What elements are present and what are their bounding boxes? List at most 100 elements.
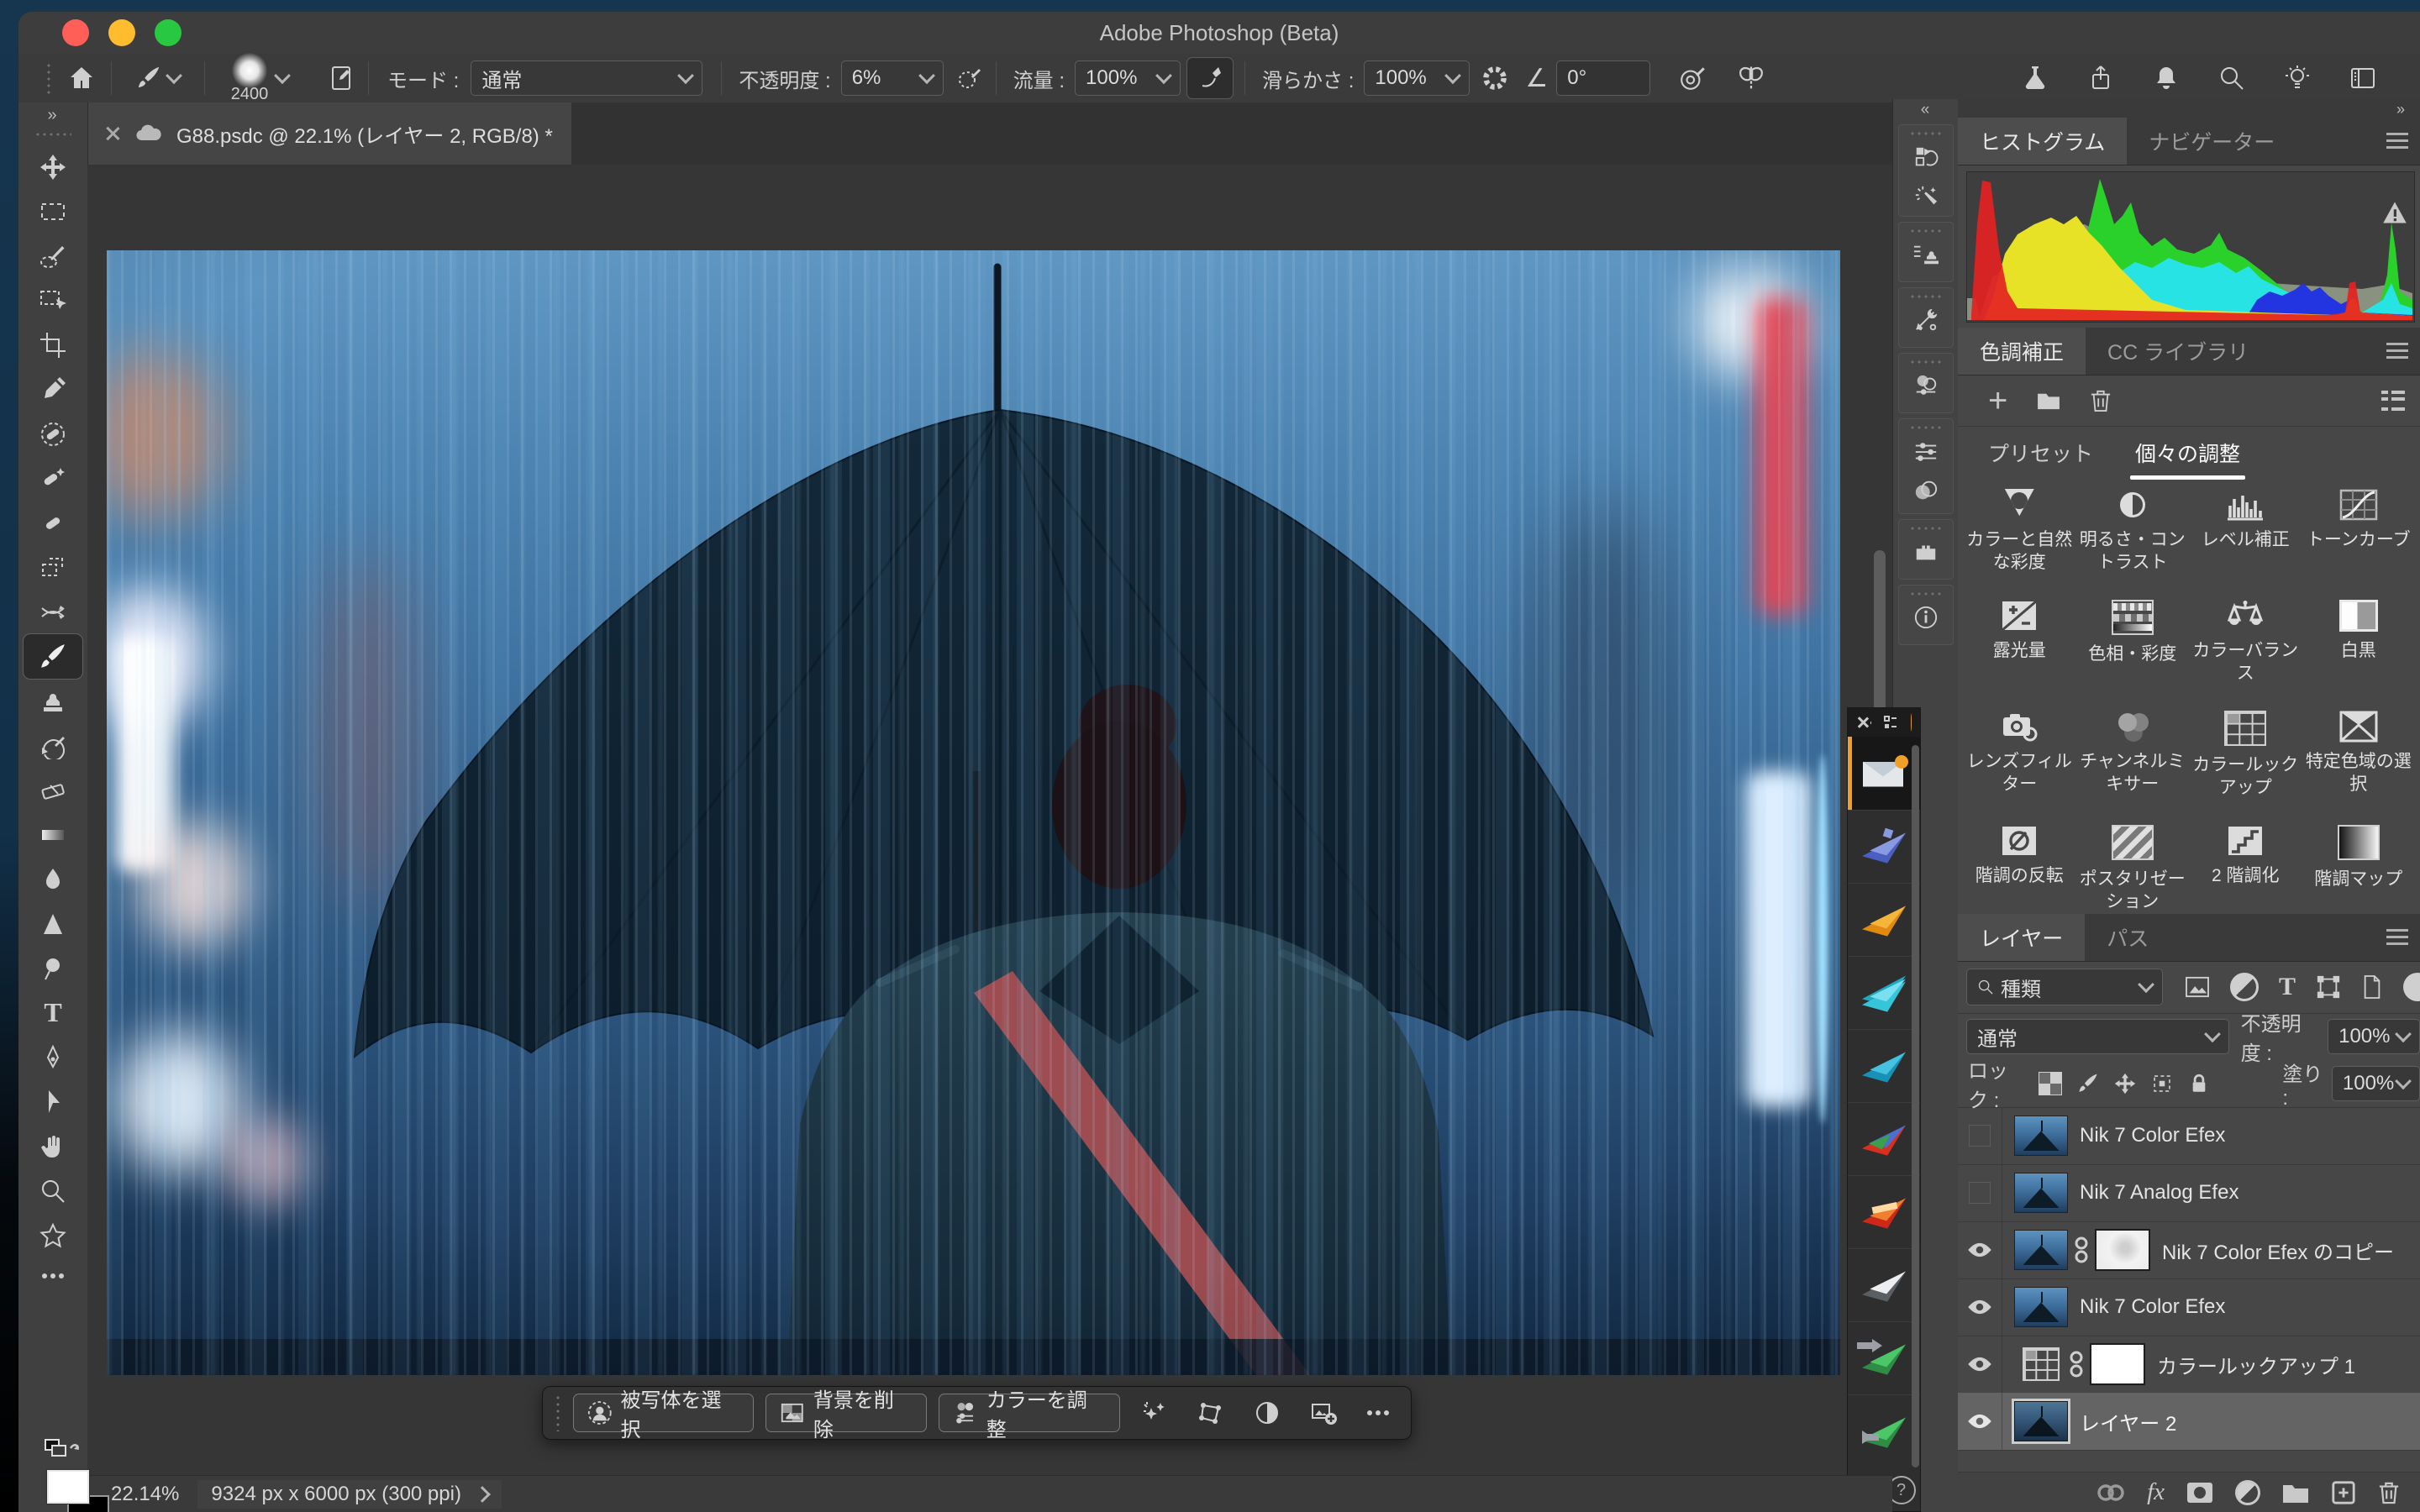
healing-brush-tool[interactable] xyxy=(18,501,87,545)
list-view-icon[interactable] xyxy=(2380,389,2407,412)
zoom-tool[interactable] xyxy=(18,1168,87,1213)
layer-name[interactable]: Nik 7 Color Efex のコピー xyxy=(2162,1236,2394,1265)
histogram-warning-icon[interactable] xyxy=(2382,201,2407,224)
lock-transparency-icon[interactable] xyxy=(2039,1072,2062,1095)
nik-item[interactable] xyxy=(1848,883,1920,957)
marquee-tool[interactable] xyxy=(18,189,87,234)
tab-histogram[interactable]: ヒストグラム xyxy=(1958,118,2127,165)
layer-name[interactable]: レイヤー 2 xyxy=(2080,1407,2176,1436)
type-tool[interactable]: T xyxy=(18,990,87,1035)
angle-input[interactable]: 0° xyxy=(1556,60,1650,96)
path-selection-tool[interactable] xyxy=(18,1079,87,1124)
lock-all-icon[interactable] xyxy=(2188,1072,2210,1095)
pressure-size-icon[interactable] xyxy=(1662,64,1724,92)
new-layer-icon[interactable] xyxy=(2331,1480,2356,1505)
crop-tool[interactable] xyxy=(18,323,87,367)
mode-select[interactable]: 通常 xyxy=(471,60,702,96)
blur-tool[interactable] xyxy=(18,857,87,901)
remove-tool[interactable] xyxy=(18,412,87,456)
nik-close-icon[interactable] xyxy=(1856,716,1857,729)
layer-thumbnail[interactable] xyxy=(2014,1173,2068,1213)
layer-opacity-select[interactable]: 100% xyxy=(2328,1019,2420,1054)
share-icon[interactable] xyxy=(2087,65,2114,92)
adj-brightness-contrast[interactable]: 明るさ・コントラスト xyxy=(2076,489,2190,575)
tab-cc-libraries[interactable]: CC ライブラリ xyxy=(2086,328,2270,375)
adj-posterize[interactable]: ポスタリゼーション xyxy=(2076,825,2190,914)
subtab-presets[interactable]: プリセット xyxy=(1988,438,2093,468)
layer-name[interactable]: Nik 7 Color Efex xyxy=(2080,1295,2225,1319)
layer-style-fx-icon[interactable]: fx xyxy=(2147,1478,2165,1506)
adj-color-lookup[interactable]: カラールックアップ xyxy=(2189,711,2302,800)
more-options-dots-icon[interactable] xyxy=(1358,1409,1399,1417)
layer-row-selected[interactable]: レイヤー 2 xyxy=(1958,1393,2420,1451)
shapes-star-tool[interactable] xyxy=(18,1213,87,1257)
filter-type-layers-icon[interactable]: T xyxy=(2279,973,2296,1001)
eraser-tool[interactable] xyxy=(18,768,87,812)
libraries-shapes-icon[interactable] xyxy=(1899,367,1953,404)
brush-tool-preset[interactable] xyxy=(112,66,204,91)
layer-mask-thumbnail[interactable] xyxy=(2095,1229,2150,1271)
color-panel-icon[interactable] xyxy=(1899,471,1953,510)
beta-flask-icon[interactable] xyxy=(2022,65,2049,92)
nik-item[interactable] xyxy=(1848,1175,1920,1249)
tools-panel-icon[interactable] xyxy=(1899,302,1953,339)
layer-mask-link-icon[interactable] xyxy=(2075,1236,2088,1264)
brush-tool[interactable] xyxy=(24,634,82,679)
visibility-toggle[interactable] xyxy=(1958,1107,2002,1164)
flow-select[interactable]: 100% xyxy=(1075,60,1181,96)
visibility-toggle[interactable] xyxy=(1958,1221,2002,1278)
transform-icon[interactable] xyxy=(1188,1399,1233,1426)
tab-adjustments[interactable]: 色調補正 xyxy=(1958,328,2086,375)
object-selection-tool[interactable] xyxy=(18,278,87,323)
opacity-pressure-icon[interactable] xyxy=(944,65,996,92)
zoom-level-value[interactable]: 22.14% xyxy=(111,1483,179,1506)
options-bar-grip[interactable] xyxy=(45,62,52,94)
document-tab[interactable]: G88.psdc @ 22.1% (レイヤー 2, RGB/8) * xyxy=(84,102,571,165)
nik-item[interactable] xyxy=(1848,1248,1920,1322)
tab-paths[interactable]: パス xyxy=(2085,914,2170,961)
nik-item[interactable] xyxy=(1848,1321,1920,1395)
new-group-icon[interactable] xyxy=(2282,1482,2309,1504)
workspace-layout-icon[interactable] xyxy=(2349,65,2376,92)
layer-row[interactable]: Nik 7 Color Efex のコピー xyxy=(1958,1221,2420,1279)
smoothing-select[interactable]: 100% xyxy=(1364,60,1470,96)
adjustment-contrast-icon[interactable] xyxy=(1244,1399,1289,1426)
adj-levels[interactable]: レベル補正 xyxy=(2189,489,2302,575)
tab-layers[interactable]: レイヤー xyxy=(1958,914,2085,961)
history-panel-icon[interactable] xyxy=(1899,139,1953,177)
nik-item[interactable] xyxy=(1848,810,1920,884)
nik-item-selected[interactable] xyxy=(1848,737,1920,811)
visibility-toggle[interactable] xyxy=(1958,1336,2002,1393)
clone-stamp-tool[interactable] xyxy=(18,679,87,723)
new-adjustment-layer-icon[interactable] xyxy=(2235,1480,2260,1505)
patch-tool[interactable] xyxy=(18,545,87,590)
filter-smart-objects-icon[interactable] xyxy=(2361,974,2383,1000)
sharpen-tool[interactable] xyxy=(18,901,87,946)
canvas-pasteboard[interactable] xyxy=(87,165,1892,1475)
plugins-panel-icon[interactable] xyxy=(1899,533,1953,570)
layer-name[interactable]: Nik 7 Color Efex xyxy=(2080,1124,2225,1147)
adj-curves[interactable]: トーンカーブ xyxy=(2302,489,2416,575)
layer-row[interactable]: Nik 7 Analog Efex xyxy=(1958,1164,2420,1222)
pen-tool[interactable] xyxy=(18,1035,87,1079)
smoothing-options-gear-icon[interactable] xyxy=(1470,64,1520,92)
lock-position-icon[interactable] xyxy=(2114,1073,2136,1095)
history-brush-tool[interactable] xyxy=(18,723,87,768)
toolbar-grip[interactable] xyxy=(34,131,71,138)
adj-channel-mixer[interactable]: チャンネルミキサー xyxy=(2076,711,2190,800)
adj-black-white[interactable]: 白黒 xyxy=(2302,600,2416,685)
spot-healing-brush-tool[interactable] xyxy=(18,456,87,501)
expand-panels-icon[interactable]: « xyxy=(1893,99,1959,121)
subtab-individual[interactable]: 個々の調整 xyxy=(2135,438,2240,468)
symmetry-butterfly-icon[interactable] xyxy=(1724,63,1778,93)
adj-exposure[interactable]: 露光量 xyxy=(1963,600,2076,685)
layer-name[interactable]: Nik 7 Analog Efex xyxy=(2080,1181,2238,1205)
selection-brush-tool[interactable] xyxy=(18,234,87,278)
adjustments-menu-icon[interactable] xyxy=(2386,343,2408,345)
move-tool[interactable] xyxy=(18,144,87,189)
layer-thumbnail[interactable] xyxy=(2014,1287,2068,1327)
edit-toolbar-dots-icon[interactable] xyxy=(18,1257,87,1294)
home-icon[interactable] xyxy=(52,65,111,92)
layer-row[interactable]: Nik 7 Color Efex xyxy=(1958,1107,2420,1165)
visibility-toggle[interactable] xyxy=(1958,1278,2002,1336)
